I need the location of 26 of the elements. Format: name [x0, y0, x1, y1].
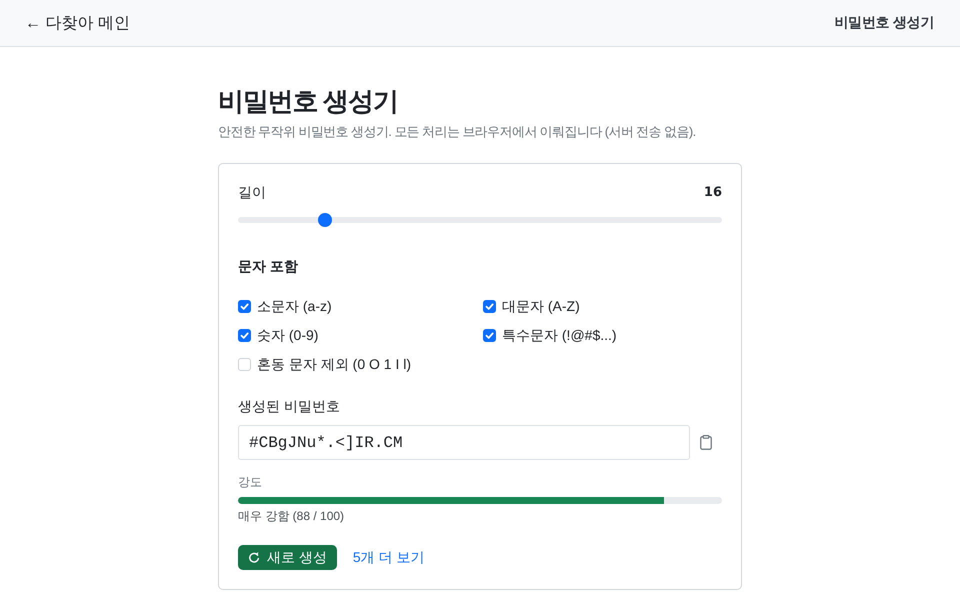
option-label: 특수문자 (!@#$...) — [502, 326, 617, 345]
option-label: 혼동 문자 제외 (0 O 1 I l) — [257, 355, 412, 374]
refresh-icon — [248, 552, 260, 564]
length-label: 길이 — [238, 183, 266, 202]
clipboard-icon — [700, 435, 712, 450]
back-link[interactable]: ← 다찾아 메인 — [25, 12, 130, 34]
strength-label: 강도 — [238, 474, 263, 491]
strength-reading: 매우 강함 (88 / 100) — [238, 508, 346, 525]
option-label: 소문자 (a-z) — [257, 297, 332, 316]
checkbox[interactable] — [238, 300, 251, 313]
checkbox[interactable] — [483, 300, 496, 313]
page-title: 비밀번호 생성기 — [218, 85, 399, 118]
checkbox[interactable] — [238, 329, 251, 342]
page-subtitle: 안전한 무작위 비밀번호 생성기. 모든 처리는 브라우저에서 이뤄집니다 (서버 전송 없음). — [218, 123, 697, 141]
length-slider[interactable] — [238, 213, 722, 227]
password-label: 생성된 비밀번호 — [238, 397, 341, 416]
charset-heading: 문자 포함 — [238, 257, 299, 276]
slider-thumb[interactable] — [318, 213, 332, 227]
regenerate-button[interactable]: 새로 생성 — [238, 545, 337, 570]
password-field[interactable]: #CBgJNu*.<]IR.CM — [238, 425, 690, 460]
option-label: 대문자 (A-Z) — [502, 297, 580, 316]
checkbox[interactable] — [483, 329, 496, 342]
length-value: 16 — [704, 185, 722, 200]
more-link[interactable]: 5개 더 보기 — [352, 548, 424, 566]
page-name: 비밀번호 생성기 — [834, 14, 934, 32]
option-label: 숫자 (0-9) — [257, 326, 318, 345]
